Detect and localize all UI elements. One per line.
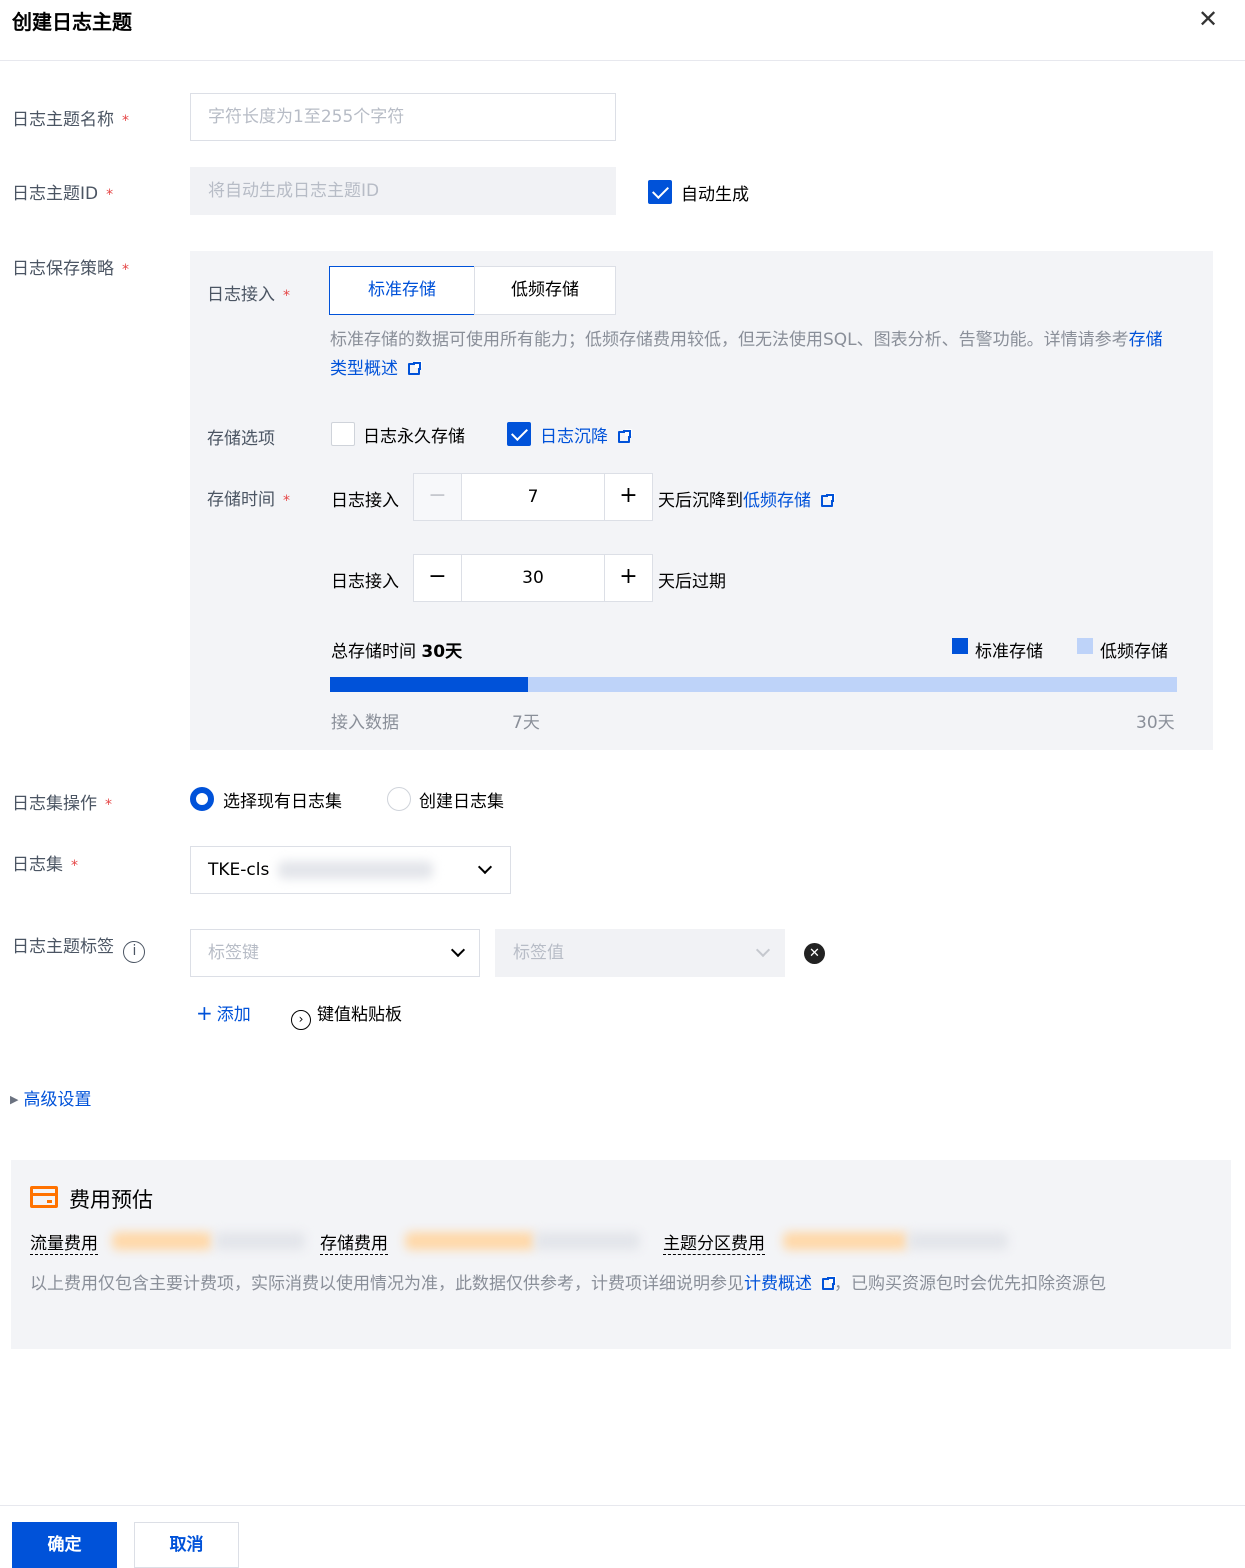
sink-row-prefix: 日志接入 bbox=[331, 491, 399, 511]
auto-generate-checkbox[interactable] bbox=[648, 180, 672, 204]
footer-divider bbox=[0, 1505, 1245, 1506]
tag-value-select: 标签值 bbox=[495, 929, 785, 977]
cost-estimate-panel bbox=[11, 1160, 1231, 1349]
cost-note: 以上费用仅包含主要计费项，实际消费以使用情况为准，此数据仅供参考，计费项详细说明… bbox=[30, 1274, 1106, 1294]
cost-title: 费用预估 bbox=[69, 1188, 153, 1212]
timeline-end: 30天 bbox=[1136, 713, 1175, 733]
create-logset-label: 创建日志集 bbox=[419, 792, 504, 812]
timeline-start: 接入数据 bbox=[331, 713, 399, 733]
permanent-storage-checkbox[interactable] bbox=[331, 422, 355, 446]
paste-board-button[interactable]: › 键值粘贴板 bbox=[291, 1000, 402, 1030]
standard-storage-segment bbox=[330, 677, 528, 692]
advanced-settings-toggle[interactable]: ▶ 高级设置 bbox=[10, 1085, 91, 1110]
existing-logset-label: 选择现有日志集 bbox=[223, 792, 342, 812]
permanent-storage-label: 日志永久存储 bbox=[363, 427, 465, 447]
access-label: 日志接入 * bbox=[207, 285, 290, 305]
external-link-icon bbox=[618, 429, 632, 443]
legend-std-label: 标准存储 bbox=[975, 642, 1043, 662]
confirm-button[interactable]: 确定 bbox=[12, 1522, 117, 1568]
expire-days-stepper[interactable]: − 30 + bbox=[413, 554, 653, 602]
redacted-value bbox=[278, 861, 433, 879]
topic-name-label: 日志主题名称 * bbox=[12, 110, 129, 130]
increment-button[interactable]: + bbox=[604, 474, 652, 520]
radio-create-logset[interactable] bbox=[387, 787, 411, 811]
dialog-title: 创建日志主题 bbox=[12, 10, 132, 34]
remove-tag-icon[interactable]: ✕ bbox=[804, 943, 825, 964]
auto-generate-label: 自动生成 bbox=[681, 185, 749, 205]
storage-timeline-bar bbox=[330, 677, 1177, 692]
redacted-value bbox=[535, 1232, 640, 1250]
topic-name-input[interactable]: 字符长度为1至255个字符 bbox=[190, 93, 616, 141]
sink-days-stepper[interactable]: − 7 + bbox=[413, 473, 653, 521]
topic-id-input: 将自动生成日志主题ID bbox=[190, 167, 616, 215]
chevron-circle-icon: › bbox=[291, 1010, 311, 1030]
tab-standard-storage[interactable]: 标准存储 bbox=[329, 266, 475, 315]
log-sink-label[interactable]: 日志沉降 bbox=[540, 422, 632, 447]
timeline-mid: 7天 bbox=[512, 713, 540, 733]
billing-overview-link[interactable]: 计费概述 bbox=[744, 1274, 812, 1294]
increment-button[interactable]: + bbox=[604, 555, 652, 601]
policy-label: 日志保存策略 * bbox=[12, 259, 129, 279]
expire-row-prefix: 日志接入 bbox=[331, 572, 399, 592]
log-sink-checkbox[interactable] bbox=[507, 422, 531, 446]
redacted-value bbox=[112, 1232, 212, 1250]
close-icon[interactable]: ✕ bbox=[1198, 6, 1218, 32]
storage-description: 标准存储的数据可使用所有能力；低频存储费用较低，但无法使用SQL、图表分析、告警… bbox=[330, 330, 1163, 379]
radio-existing-logset[interactable] bbox=[190, 787, 214, 811]
sink-days-value[interactable]: 7 bbox=[462, 474, 604, 520]
tab-low-freq-storage[interactable]: 低频存储 bbox=[474, 266, 616, 315]
redacted-value bbox=[908, 1232, 1008, 1250]
decrement-button[interactable]: − bbox=[414, 474, 462, 520]
cancel-button[interactable]: 取消 bbox=[134, 1522, 239, 1568]
expire-days-value[interactable]: 30 bbox=[462, 555, 604, 601]
topic-id-label: 日志主题ID * bbox=[12, 184, 114, 204]
traffic-cost-label[interactable]: 流量费用 bbox=[30, 1229, 98, 1255]
add-tag-button[interactable]: + 添加 bbox=[196, 1000, 251, 1025]
plus-icon: + bbox=[196, 1001, 213, 1025]
tag-key-select[interactable]: 标签键 bbox=[190, 929, 480, 977]
sink-row-suffix: 天后沉降到低频存储 bbox=[658, 486, 835, 511]
logset-op-label: 日志集操作 * bbox=[12, 794, 112, 814]
external-link-icon bbox=[408, 361, 422, 375]
redacted-value bbox=[215, 1232, 305, 1250]
tags-label: 日志主题标签 i bbox=[12, 932, 146, 963]
storage-cost-label[interactable]: 存储费用 bbox=[320, 1229, 388, 1255]
billing-icon bbox=[30, 1186, 58, 1208]
legend-std-swatch bbox=[952, 638, 968, 654]
legend-low-swatch bbox=[1077, 638, 1093, 654]
low-freq-link[interactable]: 低频存储 bbox=[743, 491, 811, 511]
legend-low-label: 低频存储 bbox=[1100, 642, 1168, 662]
partition-cost-label[interactable]: 主题分区费用 bbox=[663, 1229, 765, 1255]
total-storage-time: 总存储时间 30天 bbox=[331, 642, 463, 662]
logset-label: 日志集 * bbox=[12, 855, 78, 875]
redacted-value bbox=[783, 1232, 908, 1250]
storage-time-label: 存储时间 * bbox=[207, 490, 290, 510]
storage-options-label: 存储选项 bbox=[207, 429, 275, 449]
caret-right-icon: ▶ bbox=[10, 1093, 19, 1106]
redacted-value bbox=[405, 1232, 535, 1250]
info-icon[interactable]: i bbox=[123, 941, 146, 963]
decrement-button[interactable]: − bbox=[414, 555, 462, 601]
external-link-icon bbox=[822, 1276, 836, 1290]
expire-row-suffix: 天后过期 bbox=[658, 572, 726, 592]
external-link-icon bbox=[821, 493, 835, 507]
header-divider bbox=[0, 60, 1245, 61]
